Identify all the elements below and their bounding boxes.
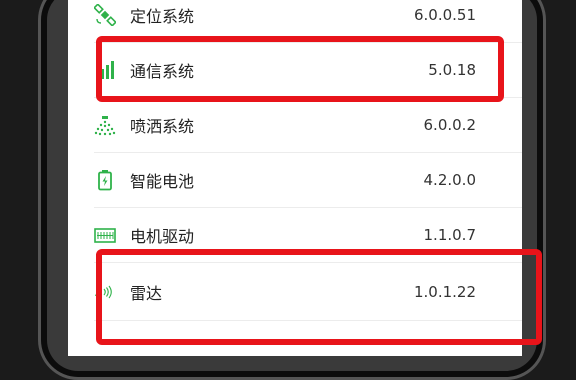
- highlight-box-radar: [96, 249, 542, 345]
- version-value: 6.0.0.2: [423, 116, 476, 134]
- satellite-icon: [94, 4, 116, 26]
- motor-driver-icon: [94, 224, 116, 246]
- version-value: 6.0.0.51: [413, 6, 476, 24]
- highlight-box-communication-system: [96, 36, 504, 102]
- spray-icon: [94, 114, 116, 136]
- list-item-smart-battery[interactable]: 智能电池 4.2.0.0: [94, 153, 522, 208]
- list-item-label: 电机驱动: [130, 227, 195, 246]
- list-item-label: 智能电池: [130, 172, 195, 191]
- version-value: 4.2.0.0: [423, 171, 476, 189]
- list-item-label: 喷洒系统: [130, 117, 195, 136]
- battery-icon: [94, 169, 116, 191]
- version-value: 1.1.0.7: [423, 226, 476, 244]
- list-item-spray-system[interactable]: 喷洒系统 6.0.0.2: [94, 98, 522, 153]
- list-item-label: 定位系统: [130, 7, 195, 26]
